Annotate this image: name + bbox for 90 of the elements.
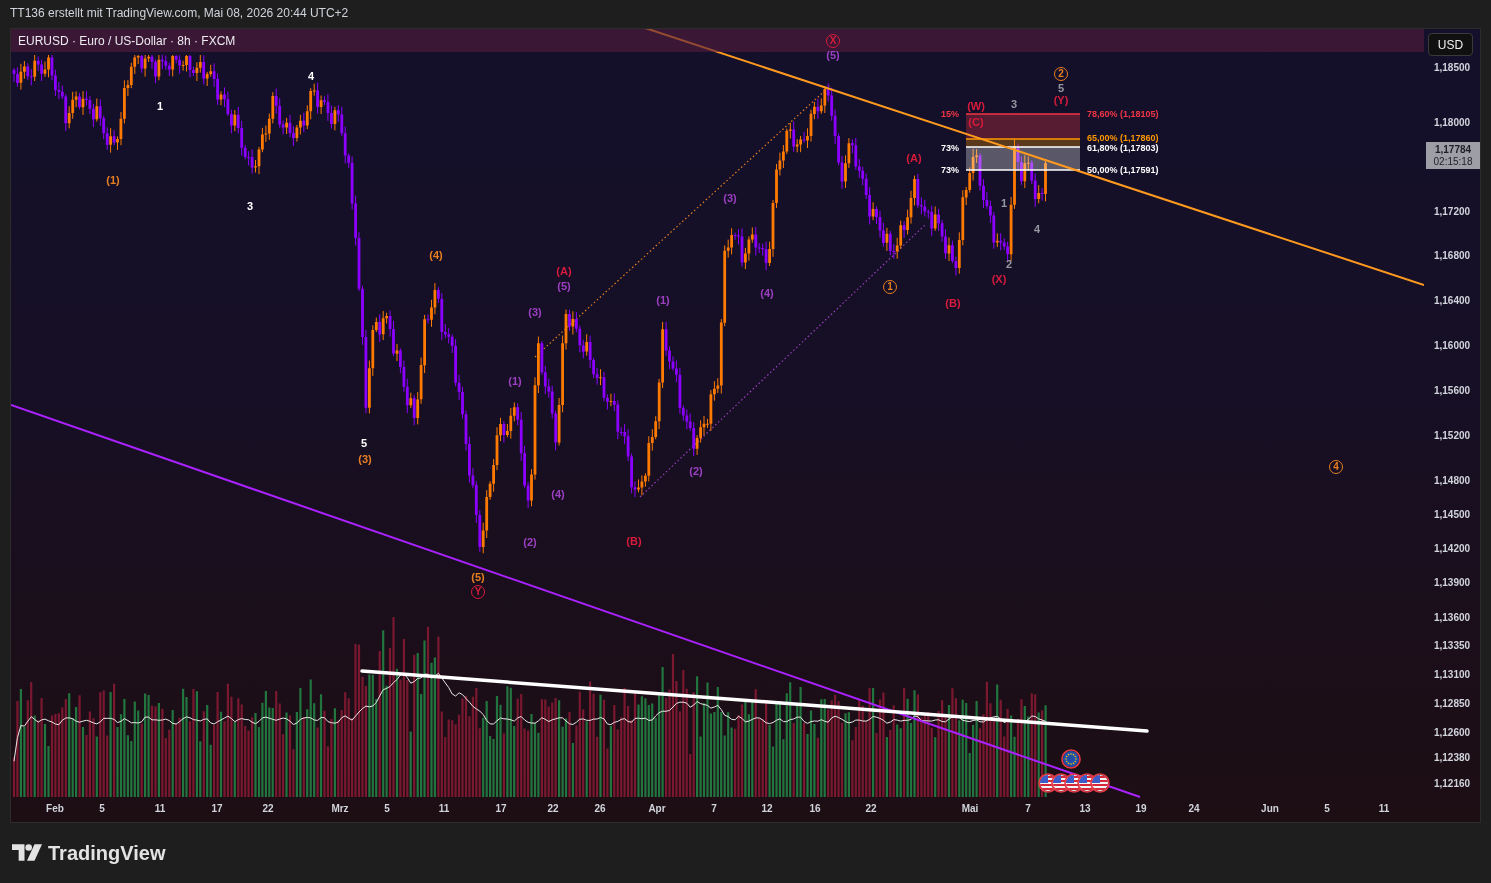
wave-label: (1)	[106, 174, 120, 186]
fib-percent-label: 73%	[941, 165, 959, 175]
wave-label: (3)	[528, 306, 542, 318]
time-tick: 11	[1378, 803, 1390, 815]
time-tick: 7	[1025, 803, 1031, 815]
fib-percent-label: 73%	[941, 143, 959, 153]
countdown-text: 02:15:18	[1433, 155, 1473, 168]
wave-label: (C)	[968, 116, 984, 128]
wave-label: 2	[1005, 258, 1013, 270]
currency-button[interactable]: USD	[1428, 33, 1473, 56]
wave-label: 3	[246, 200, 254, 212]
wave-label: (B)	[626, 535, 642, 547]
fib-percent-label: 15%	[941, 109, 959, 119]
eu-flag-icon	[1061, 749, 1081, 769]
time-tick: 16	[809, 803, 821, 815]
time-tick: Feb	[46, 803, 64, 815]
wave-label: (2)	[523, 536, 537, 548]
price-tick: 1,12850	[1432, 698, 1472, 710]
wave-label: (5)	[557, 280, 571, 292]
price-tick: 1,13350	[1432, 640, 1472, 652]
price-tick: 1,14800	[1432, 475, 1472, 487]
wave-label: (A)	[906, 152, 922, 164]
wave-label: (B)	[945, 297, 961, 309]
time-tick: 24	[1188, 803, 1200, 815]
time-tick: 22	[865, 803, 877, 815]
time-tick: Mai	[961, 803, 979, 815]
wave-label: 1	[1000, 197, 1008, 209]
time-tick: 5	[99, 803, 105, 815]
price-tick: 1,13100	[1432, 669, 1472, 681]
price-tick: 1,15200	[1432, 430, 1472, 442]
wave-label: (W)	[967, 100, 985, 112]
wave-label: 3	[1010, 98, 1018, 110]
time-tick: 13	[1079, 803, 1091, 815]
time-tick: 11	[154, 803, 166, 815]
time-tick: 7	[711, 803, 717, 815]
price-tick: 1,13600	[1432, 612, 1472, 624]
wave-label: (4)	[429, 249, 443, 261]
wave-label: 5	[360, 437, 368, 449]
price-tick: 1,14500	[1432, 509, 1472, 521]
time-tick: 11	[438, 803, 450, 815]
price-tick: 1,16000	[1432, 340, 1472, 352]
price-tick: 1,18000	[1432, 117, 1472, 129]
tradingview-logo-icon	[12, 844, 42, 861]
price-tick: 1,12160	[1432, 778, 1472, 790]
us-flag-icon	[1090, 773, 1110, 793]
time-tick: 26	[594, 803, 606, 815]
symbol-title: EURUSD · Euro / US-Dollar · 8h · FXCM	[18, 33, 236, 48]
time-tick: Jun	[1261, 803, 1279, 815]
wave-label: (1)	[656, 294, 670, 306]
wave-label: (2)	[689, 465, 703, 477]
fib-level-label: 50,00% (1,17591)	[1087, 165, 1159, 175]
wave-label: 4	[307, 70, 315, 82]
time-tick: Mrz	[331, 803, 349, 815]
wave-label: (4)	[551, 488, 565, 500]
time-tick: 5	[1324, 803, 1330, 815]
price-tick: 1,16400	[1432, 295, 1472, 307]
wave-label: (X)	[991, 273, 1007, 285]
price-tick: 1,14200	[1432, 543, 1472, 555]
time-tick: 19	[1135, 803, 1147, 815]
time-tick: 22	[547, 803, 559, 815]
price-tick: 1,18500	[1432, 62, 1472, 74]
time-tick: Apr	[648, 803, 666, 815]
wave-label: (5)	[471, 571, 485, 583]
price-tick: 1,15600	[1432, 385, 1472, 397]
wave-label: (4)	[760, 287, 774, 299]
price-tick: 1,12380	[1432, 752, 1472, 764]
time-tick: 5	[384, 803, 390, 815]
time-tick: 22	[262, 803, 274, 815]
wave-label: (3)	[723, 192, 737, 204]
wave-label: (5)	[826, 49, 840, 61]
wave-label: (3)	[358, 453, 372, 465]
time-tick: 12	[761, 803, 773, 815]
time-tick: 17	[495, 803, 507, 815]
fib-level-label: 61,80% (1,17803)	[1087, 143, 1159, 153]
logo-text: TradingView	[48, 840, 166, 865]
time-tick: 17	[211, 803, 223, 815]
price-tick: 1,12600	[1432, 727, 1472, 739]
fib-level-label: 65,00% (1,17860)	[1087, 133, 1159, 143]
wave-label: 5	[1057, 82, 1065, 94]
wave-label: (A)	[556, 265, 572, 277]
snapshot-caption: TT136 erstellt mit TradingView.com, Mai 08, 2026 20:44 UTC+2	[10, 6, 349, 20]
price-tick: 1,17200	[1432, 206, 1472, 218]
last-price-text: 1,17784	[1434, 143, 1472, 156]
wave-label: (1)	[508, 375, 522, 387]
fib-level-label: 78,60% (1,18105)	[1087, 109, 1159, 119]
wave-label: 1	[156, 100, 164, 112]
price-tick: 1,13900	[1432, 577, 1472, 589]
wave-label: (Y)	[1053, 94, 1069, 106]
wave-label: 4	[1033, 223, 1041, 235]
price-tick: 1,16800	[1432, 250, 1472, 262]
